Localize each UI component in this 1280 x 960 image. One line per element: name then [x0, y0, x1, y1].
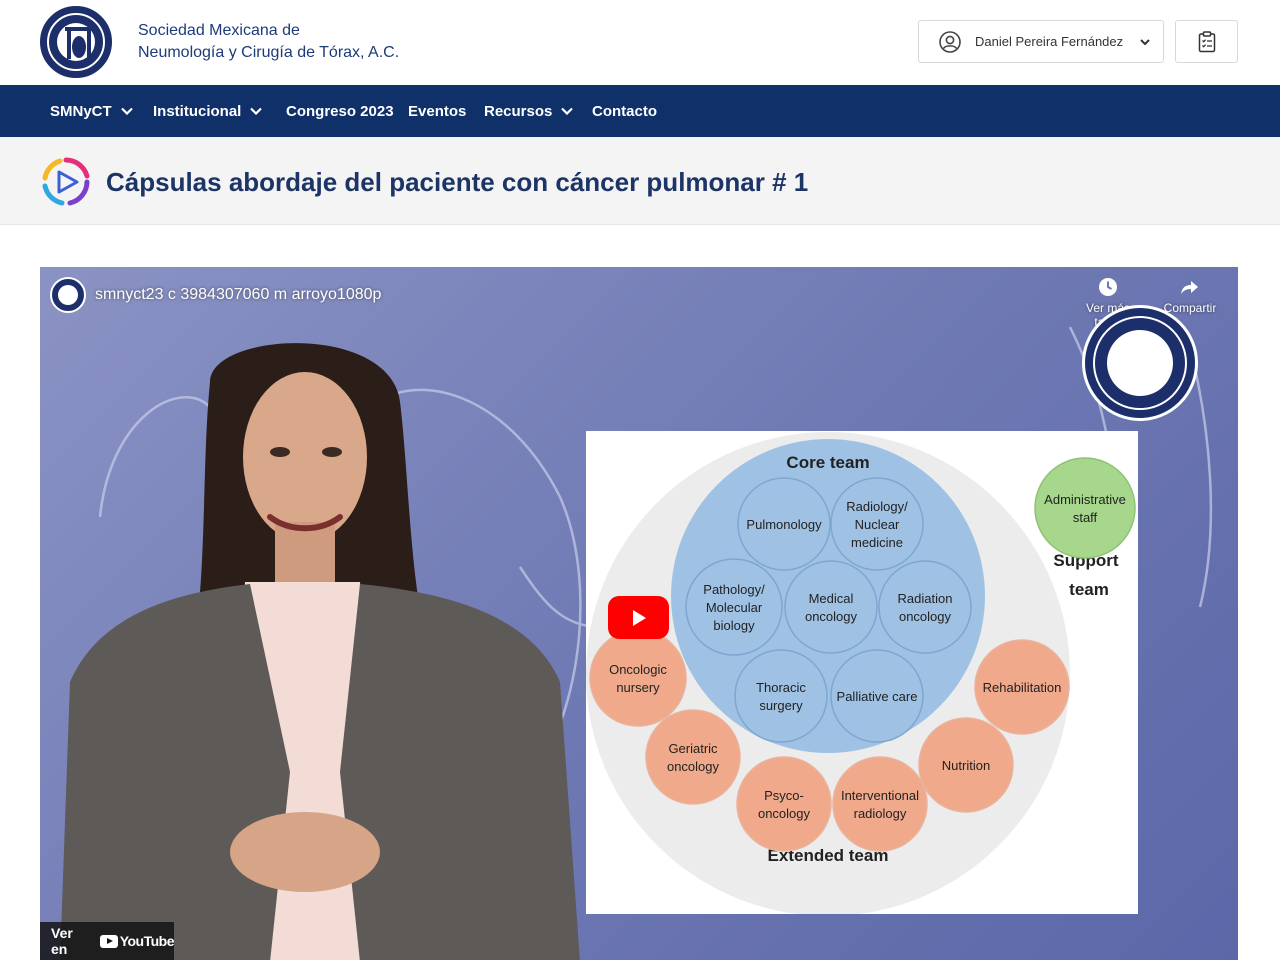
support-team-line2: team — [1069, 580, 1109, 599]
page-title: Cápsulas abordaje del paciente con cánce… — [106, 167, 809, 197]
nav-item-label: SMNyCT — [50, 102, 112, 120]
youtube-logo: YouTube — [99, 933, 175, 949]
video-watermark-logo — [1082, 305, 1198, 421]
clock-icon — [1099, 278, 1117, 296]
extended-team-circle-label: oncology — [758, 806, 811, 821]
extended-team-circle — [736, 756, 832, 852]
nav-item-institucional[interactable]: Institucional — [153, 85, 263, 137]
core-team-circle-label: medicine — [851, 535, 903, 550]
slide-team-diagram: Core team Extended team Support team Pul… — [586, 431, 1138, 916]
extended-team-circle — [645, 709, 741, 805]
share-arrow-icon — [1181, 281, 1198, 294]
page-title-band: Cápsulas abordaje del paciente con cánce… — [0, 137, 1280, 225]
nav-item-label: Recursos — [484, 102, 553, 120]
youtube-play-icon — [99, 934, 118, 948]
organization-name[interactable]: Sociedad Mexicana de Neumología y Cirugí… — [138, 20, 399, 64]
watch-on-youtube-button[interactable]: Ver en YouTube — [40, 922, 175, 960]
support-team-circle-label: Administrative — [1044, 492, 1126, 507]
nav-item-contacto[interactable]: Contacto — [592, 85, 657, 137]
extended-team-circle-label: Oncologic — [609, 662, 667, 677]
core-team-circle-label: Pathology/ — [703, 582, 765, 597]
site-header: Sociedad Mexicana de Neumología y Cirugí… — [0, 0, 1280, 85]
core-team-circle-label: Nuclear — [855, 517, 900, 532]
support-team-circle-label: staff — [1073, 510, 1098, 525]
channel-avatar[interactable] — [50, 277, 86, 313]
nav-item-smnyct[interactable]: SMNyCT — [50, 85, 133, 137]
play-ring-icon — [42, 157, 90, 206]
clipboard-list-icon — [1198, 30, 1215, 52]
chevron-down-icon — [250, 107, 263, 115]
core-team-circle-label: Molecular — [706, 600, 763, 615]
core-team-circle — [734, 649, 828, 743]
org-name-line1: Sociedad Mexicana de — [138, 22, 300, 39]
youtube-label: YouTube — [119, 933, 175, 949]
core-team-circle — [784, 560, 878, 654]
extended-team-circle-label: Interventional — [841, 788, 919, 803]
extended-team-circle — [832, 756, 928, 852]
core-team-circle-label: Radiology/ — [846, 499, 908, 514]
presenter-figure — [60, 343, 580, 960]
extended-team-circle-label: Psyco- — [764, 788, 804, 803]
nav-item-recursos[interactable]: Recursos — [484, 85, 574, 137]
play-icon — [632, 609, 646, 626]
core-team-circle-label: Thoracic — [756, 680, 806, 695]
extended-team-circle-label: oncology — [667, 759, 720, 774]
play-button[interactable] — [608, 596, 669, 639]
core-team-title: Core team — [786, 453, 869, 472]
share-button[interactable]: Compartir — [1155, 277, 1225, 315]
extended-team-circle-label: radiology — [854, 806, 907, 821]
core-team-circle-label: surgery — [759, 698, 803, 713]
user-circle-icon — [939, 30, 961, 53]
nav-item-eventos[interactable]: Eventos — [408, 85, 466, 137]
extended-team-circle-label: nursery — [616, 680, 660, 695]
core-team-circle-label: Pulmonology — [746, 517, 822, 532]
core-team-circle-label: oncology — [805, 609, 858, 624]
extended-team-circle-label: Geriatric — [668, 741, 718, 756]
society-logo[interactable] — [40, 6, 112, 78]
share-label: Compartir — [1163, 301, 1217, 315]
nav-item-label: Eventos — [408, 102, 467, 120]
watch-on-label: Ver en — [51, 925, 73, 957]
core-team-circle-label: Medical — [809, 591, 854, 606]
extended-team-circle — [589, 629, 687, 727]
nav-item-label: Congreso 2023 — [286, 102, 394, 120]
video-title[interactable]: smnyct23 c 3984307060 m arroyo1080p — [95, 286, 381, 304]
extended-team-circle-label: Rehabilitation — [983, 680, 1062, 695]
nav-item-label: Contacto — [592, 102, 657, 120]
support-team-circle — [1034, 457, 1136, 559]
core-team-circle-label: oncology — [899, 609, 952, 624]
clipboard-button[interactable] — [1175, 20, 1238, 63]
org-name-line2: Neumología y Cirugía de Tórax, A.C. — [138, 44, 400, 61]
extended-team-circle-label: Nutrition — [942, 758, 990, 773]
chevron-down-icon — [1140, 38, 1150, 45]
video-player[interactable]: smnyct23 c 3984307060 m arroyo1080p Ver … — [40, 267, 1238, 960]
user-name: Daniel Pereira Fernández — [975, 34, 1124, 49]
user-menu-button[interactable]: Daniel Pereira Fernández — [918, 20, 1164, 63]
team-diagram-svg: Core team Extended team Support team Pul… — [586, 432, 1136, 916]
nav-item-label: Institucional — [153, 102, 242, 120]
core-team-circle — [878, 560, 972, 654]
core-team-circle-label: Radiation — [898, 591, 953, 606]
core-team-circle-label: Palliative care — [837, 689, 918, 704]
main-navigation: SMNyCT Institucional Congreso 2023 Event… — [0, 85, 1280, 137]
core-team-circle-label: biology — [713, 618, 755, 633]
chevron-down-icon — [120, 107, 133, 115]
nav-item-congreso[interactable]: Congreso 2023 — [286, 85, 394, 137]
chevron-down-icon — [561, 107, 574, 115]
